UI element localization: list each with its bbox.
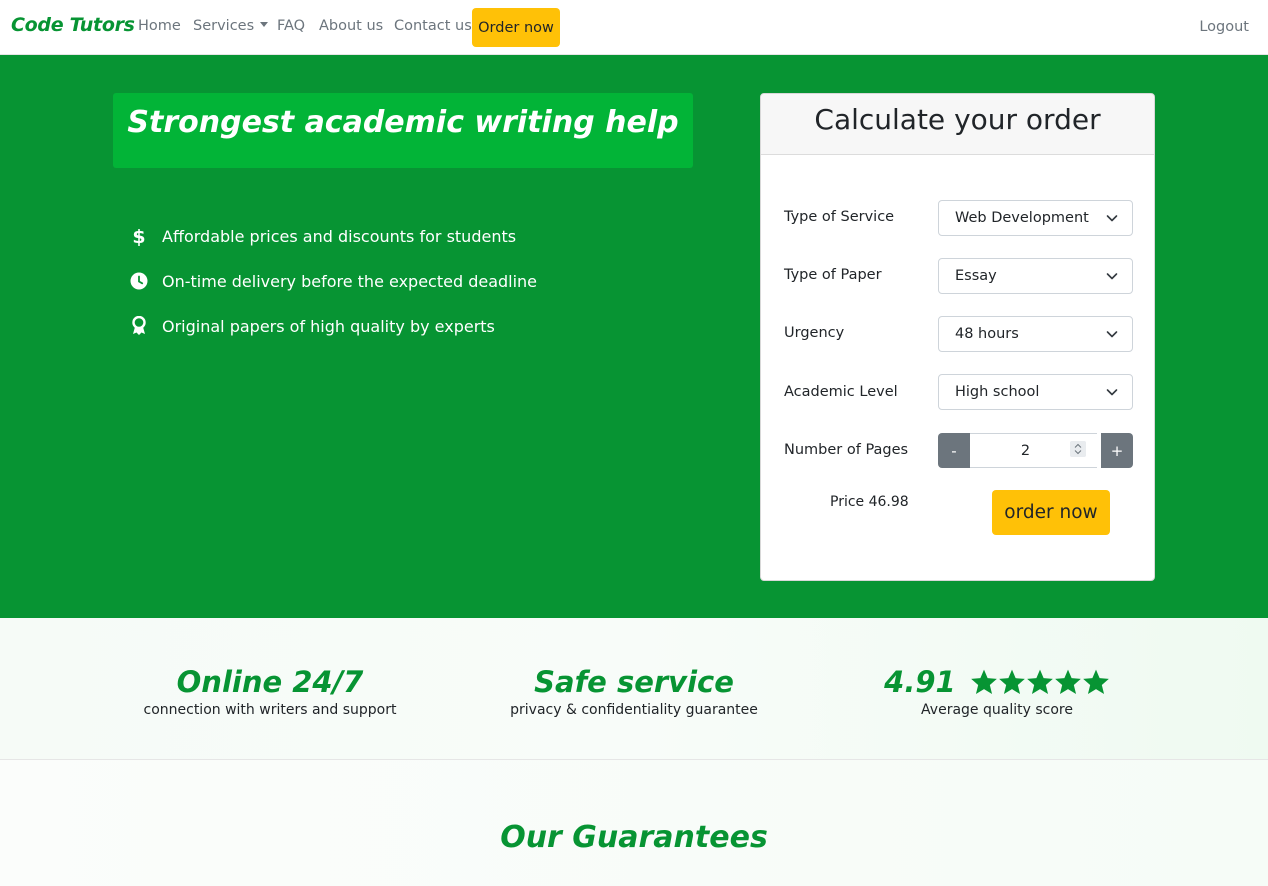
pages-value: 2 xyxy=(1020,443,1031,459)
star-icon xyxy=(1026,669,1053,695)
feature-text: Original papers of high quality by exper… xyxy=(162,316,495,336)
stat-online: Online 24/7 connection with writers and … xyxy=(120,664,420,718)
nav-order-now-button[interactable]: Order now xyxy=(472,8,560,47)
dollar-icon: $ xyxy=(128,225,150,247)
feature-text: Affordable prices and discounts for stud… xyxy=(162,226,517,246)
stat-safe-subtitle: privacy & confidentiality guarantee xyxy=(510,702,758,718)
feature-item: Original papers of high quality by exper… xyxy=(128,315,495,337)
service-type-label: Type of Service xyxy=(784,209,895,225)
nav-contact[interactable]: Contact us xyxy=(394,18,472,34)
hero-headline: Strongest academic writing help xyxy=(127,105,679,140)
nav-services-label: Services xyxy=(193,18,255,34)
price-display: Price 46.98 xyxy=(830,494,909,510)
chevron-down-icon xyxy=(1106,273,1118,280)
feature-text: On-time delivery before the expected dea… xyxy=(162,271,538,291)
chevron-down-icon xyxy=(1106,331,1118,338)
feature-item: On-time delivery before the expected dea… xyxy=(128,270,537,292)
feature-item: $ Affordable prices and discounts for st… xyxy=(128,225,516,247)
star-icon xyxy=(970,669,997,695)
rating-stars xyxy=(970,669,1110,696)
academic-level-label: Academic Level xyxy=(784,384,898,400)
stats-band: Online 24/7 connection with writers and … xyxy=(0,618,1268,760)
chevron-down-icon xyxy=(1106,215,1118,222)
rating-score: 4.91 xyxy=(884,665,956,699)
guarantees-section: Our Guarantees xyxy=(0,760,1268,886)
calculator-title: Calculate your order xyxy=(814,103,1101,136)
pages-input[interactable]: 2 xyxy=(970,433,1097,468)
stat-safe: Safe service privacy & confidentiality g… xyxy=(484,664,784,718)
rating-line: 4.91 xyxy=(847,664,1147,700)
stat-rating-subtitle: Average quality score xyxy=(921,702,1073,718)
pages-label: Number of Pages xyxy=(784,442,909,458)
nav-about[interactable]: About us xyxy=(319,18,383,34)
caret-down-icon xyxy=(260,22,269,27)
spinner-arrows-icon[interactable] xyxy=(1070,441,1086,457)
paper-type-value: Essay xyxy=(955,268,997,284)
nav-services-dropdown[interactable]: Services xyxy=(193,18,269,34)
nav-home[interactable]: Home xyxy=(138,18,181,34)
academic-level-value: High school xyxy=(955,384,1040,400)
logout-link[interactable]: Logout xyxy=(1199,19,1249,35)
star-icon xyxy=(998,669,1025,695)
calculator-header: Calculate your order xyxy=(761,94,1154,155)
star-icon xyxy=(1082,669,1109,695)
urgency-value: 48 hours xyxy=(955,326,1019,342)
navbar: Code Tutors Home Services FAQ About us C… xyxy=(0,0,1268,55)
award-icon xyxy=(128,315,150,337)
pages-stepper: - 2 + xyxy=(938,433,1133,468)
stat-safe-title: Safe service xyxy=(534,665,734,699)
paper-type-label: Type of Paper xyxy=(784,267,882,283)
decrement-pages-button[interactable]: - xyxy=(938,433,970,468)
service-type-value: Web Development xyxy=(955,210,1089,226)
star-icon xyxy=(1054,669,1081,695)
urgency-label: Urgency xyxy=(784,325,845,341)
chevron-down-icon xyxy=(1106,389,1118,396)
hero-section: Strongest academic writing help $ Afford… xyxy=(0,55,1268,618)
paper-type-select[interactable]: Essay xyxy=(938,258,1133,294)
calculator-order-button[interactable]: order now xyxy=(992,490,1110,535)
nav-faq[interactable]: FAQ xyxy=(277,18,305,34)
stat-online-title: Online 24/7 xyxy=(176,665,364,699)
headline-banner: Strongest academic writing help xyxy=(113,93,693,168)
svg-text:$: $ xyxy=(132,226,145,246)
urgency-select[interactable]: 48 hours xyxy=(938,316,1133,352)
increment-pages-button[interactable]: + xyxy=(1101,433,1133,468)
service-type-select[interactable]: Web Development xyxy=(938,200,1133,236)
stat-online-subtitle: connection with writers and support xyxy=(143,702,397,718)
order-calculator-card: Calculate your order Type of Service Web… xyxy=(760,93,1155,581)
brand-logo[interactable]: Code Tutors xyxy=(11,14,135,36)
stat-rating: 4.91 Average quality score xyxy=(847,664,1147,718)
academic-level-select[interactable]: High school xyxy=(938,374,1133,410)
clock-icon xyxy=(128,270,150,292)
guarantees-title: Our Guarantees xyxy=(500,820,768,855)
